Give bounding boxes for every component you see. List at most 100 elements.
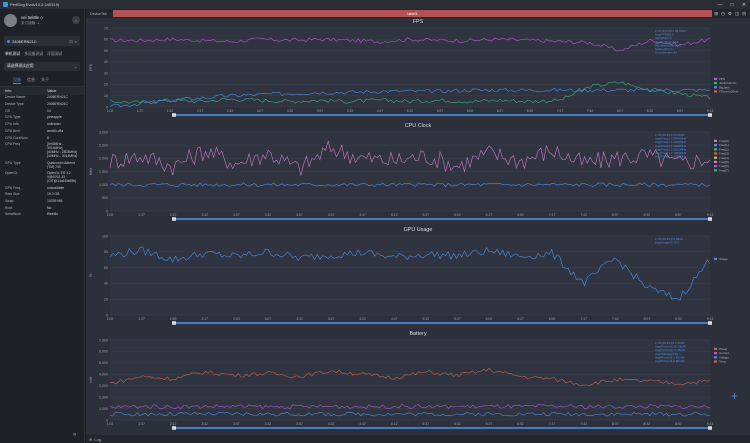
x-tick-label: 6:02 bbox=[486, 317, 493, 321]
info-row: Ram Size 15.0 GB bbox=[0, 192, 84, 199]
legend-label[interactable]: Temp bbox=[719, 360, 727, 364]
x-tick-label: 3:32 bbox=[265, 213, 272, 217]
range-handle-0[interactable] bbox=[172, 426, 176, 430]
chart-svg[interactable]: 100806040200%1:02 1:27 1:50 2:17 2:43 3:07 3:3… bbox=[86, 226, 750, 329]
add-chart-icon[interactable]: + bbox=[731, 389, 738, 403]
x-tick-label: 3:07 bbox=[257, 109, 264, 113]
legend-swatch[interactable] bbox=[714, 160, 717, 163]
chart-svg[interactable]: 706050403020100FPS1:02 1:37 1:12 2:17 2:42 3:… bbox=[86, 18, 750, 121]
x-tick-label: 3:07 bbox=[233, 422, 240, 426]
info-value: Qualcomm Adreno (TM) 735 bbox=[47, 160, 76, 169]
legend-swatch[interactable] bbox=[714, 90, 717, 93]
device-selector[interactable]: 2406ERN21C ⊡ ⌕ bbox=[4, 36, 80, 46]
legend-swatch[interactable] bbox=[714, 152, 717, 155]
legend-swatch[interactable] bbox=[714, 82, 717, 85]
range-handle-1[interactable] bbox=[708, 426, 712, 430]
avatar[interactable] bbox=[4, 13, 17, 27]
tab-info[interactable]: 信息 bbox=[27, 77, 35, 84]
y-tick-label: 3,000 bbox=[99, 130, 108, 134]
x-tick-label: 4:47 bbox=[359, 213, 366, 217]
info-value: pineapple bbox=[47, 115, 62, 120]
x-tick-label: 6:02 bbox=[454, 422, 461, 426]
legend-swatch[interactable] bbox=[714, 139, 717, 142]
legend-swatch[interactable] bbox=[714, 165, 717, 168]
time-range-slider[interactable] bbox=[174, 322, 710, 324]
info-key: CPU Type bbox=[5, 115, 21, 120]
info-key: CPU CoreNum bbox=[5, 135, 28, 140]
legend-label[interactable]: FTime>100ms bbox=[719, 90, 739, 94]
x-tick-label: 8:07 bbox=[612, 422, 619, 426]
mode-multi[interactable]: 多设备测试 bbox=[24, 52, 43, 57]
mode-float[interactable]: 浮窗测试 bbox=[47, 52, 62, 57]
range-handle-1[interactable] bbox=[708, 113, 712, 117]
info-header-value: Value bbox=[47, 89, 57, 93]
settings-icon[interactable]: ⚙ bbox=[728, 11, 732, 17]
layout-icon[interactable]: ◫ bbox=[735, 11, 739, 17]
legend-swatch[interactable] bbox=[714, 148, 717, 151]
legend-swatch[interactable] bbox=[714, 257, 717, 260]
info-value: 10239 MB bbox=[47, 199, 63, 204]
screenshot-icon[interactable]: ⊡ bbox=[69, 39, 72, 44]
range-handle-0[interactable] bbox=[172, 113, 176, 117]
log-label[interactable]: Log bbox=[94, 437, 101, 442]
app-select[interactable]: 请选择测试应用 ⌄ bbox=[4, 62, 80, 71]
info-value: unknown bbox=[47, 122, 61, 127]
minimize-button[interactable]: — bbox=[714, 2, 726, 8]
legend-swatch[interactable] bbox=[714, 77, 717, 80]
time-range-slider[interactable] bbox=[174, 427, 710, 429]
legend-swatch[interactable] bbox=[714, 156, 717, 159]
tab-device[interactable]: 设备 bbox=[13, 77, 21, 84]
log-icon[interactable]: ⊕ bbox=[89, 437, 92, 442]
legend-swatch[interactable] bbox=[714, 86, 717, 89]
user-status: 未订阅版 ⊥ bbox=[21, 20, 40, 25]
bottom-bar: ⊕ Log bbox=[86, 435, 750, 443]
x-tick-label: 8:07 bbox=[644, 317, 651, 321]
chart-svg[interactable]: 7,0006,0005,0004,0003,0002,0001,0000mW1:… bbox=[86, 330, 750, 434]
x-tick-label: 4:47 bbox=[391, 317, 398, 321]
info-value: 2406ERN21C bbox=[47, 102, 68, 107]
info-row: OS 14 bbox=[0, 108, 84, 115]
search-icon[interactable]: ⌕ bbox=[75, 39, 77, 44]
legend-swatch[interactable] bbox=[714, 347, 717, 350]
close-button[interactable]: ✕ bbox=[738, 2, 750, 8]
x-tick-label: 8:32 bbox=[647, 109, 654, 113]
collapse-sidebar-icon[interactable]: « bbox=[73, 432, 76, 438]
x-tick-label: 6:52 bbox=[549, 317, 556, 321]
time-range-slider[interactable] bbox=[174, 218, 710, 220]
range-handle-1[interactable] bbox=[708, 217, 712, 221]
mode-single[interactable]: 单机测试 bbox=[5, 52, 20, 57]
legend-label[interactable]: Freq[7] bbox=[719, 168, 729, 172]
legend-swatch[interactable] bbox=[714, 352, 717, 355]
legend-swatch[interactable] bbox=[714, 360, 717, 363]
info-row: Device Type 2406ERN21C bbox=[0, 102, 84, 109]
legend-swatch[interactable] bbox=[714, 144, 717, 147]
tab-device-tab[interactable]: DeviceTab bbox=[86, 12, 111, 16]
y-axis-label: mW bbox=[89, 376, 93, 383]
chart-svg[interactable]: 3,0002,5002,0001,5001,0005000MHz1:02 1:37… bbox=[86, 122, 750, 225]
y-tick-label: 50 bbox=[104, 49, 108, 53]
y-tick-label: 3,000 bbox=[99, 384, 108, 388]
maximize-button[interactable]: □ bbox=[726, 2, 738, 8]
time-range-slider[interactable] bbox=[174, 114, 710, 116]
legend-label[interactable]: Usage bbox=[719, 257, 728, 261]
label-marker[interactable]: label1 bbox=[112, 10, 713, 17]
window-title: PerfDog Evolv10.2.240319) bbox=[10, 2, 60, 7]
legend-swatch[interactable] bbox=[714, 169, 717, 172]
panel-icon[interactable]: ⊟ bbox=[742, 11, 746, 17]
y-tick-label: 6,000 bbox=[99, 350, 108, 354]
info-header-key: Info bbox=[5, 89, 12, 93]
info-key: Ram Size bbox=[5, 192, 20, 197]
range-handle-1[interactable] bbox=[708, 321, 712, 325]
clock-icon[interactable]: ◷ bbox=[721, 11, 725, 17]
y-tick-label: 20 bbox=[104, 298, 108, 302]
y-axis-label: MHz bbox=[89, 168, 93, 176]
range-handle-0[interactable] bbox=[172, 217, 176, 221]
info-row: GPU Type Qualcomm Adreno (TM) 735 bbox=[0, 160, 84, 171]
arrow-right-icon[interactable]: › bbox=[72, 16, 80, 24]
legend-swatch[interactable] bbox=[714, 356, 717, 359]
mode-tabs: 单机测试 多设备测试 浮窗测试 bbox=[0, 49, 84, 60]
range-handle-0[interactable] bbox=[172, 321, 176, 325]
tab-about[interactable]: 关于 bbox=[41, 77, 49, 84]
grid-icon[interactable]: ⊞ bbox=[714, 11, 718, 17]
info-key: SerialNum bbox=[5, 212, 21, 217]
